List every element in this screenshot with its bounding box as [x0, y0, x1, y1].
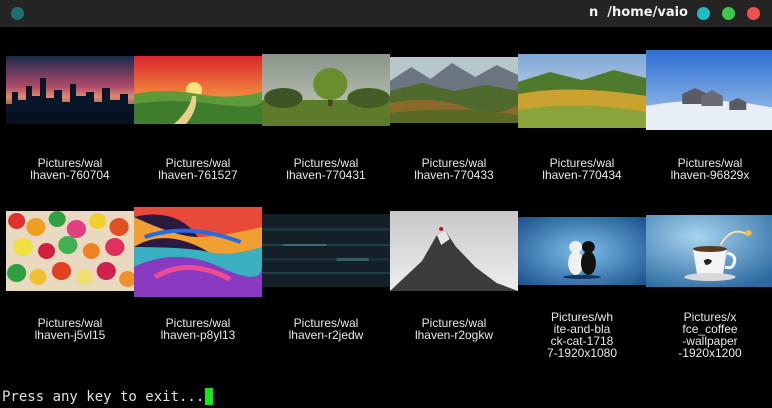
- maximize-icon[interactable]: [722, 7, 735, 20]
- snow-houses-thumbnail: [646, 50, 772, 130]
- thumbnail-caption: Pictures/wal lhaven-770433: [414, 156, 494, 182]
- gallery-item[interactable]: Pictures/wal lhaven-770431: [262, 27, 390, 182]
- minimize-icon[interactable]: [697, 7, 710, 20]
- gallery-item[interactable]: Pictures/wal lhaven-r2jedw: [262, 189, 390, 367]
- cats-thumbnail: [518, 217, 646, 285]
- gallery-item[interactable]: Pictures/wal lhaven-760704: [6, 27, 134, 182]
- glitch-dark-thumbnail: [262, 214, 390, 287]
- window-title: n /home/vaio: [589, 5, 688, 20]
- mountain-peak-thumbnail: [390, 211, 518, 291]
- close-icon[interactable]: [747, 7, 760, 20]
- exit-prompt-text: Press any key to exit...: [2, 389, 205, 405]
- gallery-item[interactable]: Pictures/wal lhaven-j5vl15: [6, 189, 134, 367]
- thumbnail-caption: Pictures/wal lhaven-770434: [542, 156, 622, 182]
- gallery-item[interactable]: Pictures/wal lhaven-r2ogkw: [390, 189, 518, 367]
- thumbnail-caption: Pictures/wal lhaven-770431: [286, 156, 366, 182]
- thumbnail-caption: Pictures/wal lhaven-760704: [30, 156, 110, 182]
- thumbnail-caption: Pictures/wal lhaven-r2ogkw: [414, 316, 494, 342]
- terminal-prompt: Press any key to exit...: [2, 388, 214, 406]
- image-thumbnail-grid: Pictures/wal lhaven-760704 Pictures/wal …: [0, 27, 772, 382]
- thumbnail-caption: Pictures/wal lhaven-j5vl15: [34, 316, 106, 342]
- gallery-item[interactable]: Pictures/x fce_coffee -wallpaper -1920x1…: [646, 189, 772, 367]
- city-skyline-thumbnail: [6, 56, 134, 124]
- gallery-item[interactable]: Pictures/wh ite-and-bla ck-cat-1718 7-19…: [518, 189, 646, 367]
- tree-field-thumbnail: [262, 54, 390, 126]
- thumbnail-caption: Pictures/x fce_coffee -wallpaper -1920x1…: [678, 310, 742, 360]
- text-cursor: [205, 388, 214, 405]
- meadow-thumbnail: [518, 54, 646, 128]
- thumbnail-caption: Pictures/wal lhaven-p8yl13: [160, 316, 236, 342]
- gallery-item[interactable]: Pictures/wal lhaven-761527: [134, 27, 262, 182]
- coffee-cup-thumbnail: [646, 215, 772, 287]
- thumbnail-caption: Pictures/wh ite-and-bla ck-cat-1718 7-19…: [546, 310, 618, 360]
- gallery-item[interactable]: Pictures/wal lhaven-96829x: [646, 27, 772, 182]
- gallery-item[interactable]: Pictures/wal lhaven-770433: [390, 27, 518, 182]
- mountain-valley-thumbnail: [390, 57, 518, 123]
- thumbnail-caption: Pictures/wal lhaven-761527: [158, 156, 238, 182]
- thumbnail-caption: Pictures/wal lhaven-r2jedw: [288, 316, 364, 342]
- thumbnail-caption: Pictures/wal lhaven-96829x: [670, 156, 750, 182]
- swirl-art-thumbnail: [134, 207, 262, 297]
- sunset-road-thumbnail: [134, 56, 262, 124]
- gallery-item[interactable]: Pictures/wal lhaven-p8yl13: [134, 189, 262, 367]
- window-titlebar: n /home/vaio: [0, 0, 772, 27]
- window-menu-icon[interactable]: [11, 7, 24, 20]
- gallery-item[interactable]: Pictures/wal lhaven-770434: [518, 27, 646, 182]
- candy-thumbnail: [6, 211, 134, 291]
